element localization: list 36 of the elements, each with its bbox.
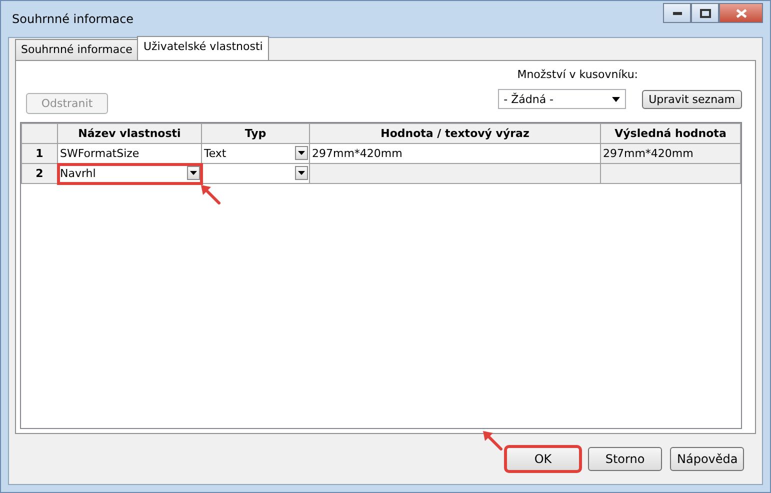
column-header[interactable]: Název vlastnosti (58, 124, 202, 144)
column-header[interactable]: Typ (202, 124, 310, 144)
minimize-icon (672, 12, 682, 14)
caret-icon (612, 96, 620, 102)
minimize-button[interactable] (663, 3, 691, 23)
caret-icon (298, 151, 305, 155)
window-title: Souhrnné informace (12, 12, 134, 26)
dropdown-button[interactable] (187, 166, 200, 180)
table-cell: 297mm*420mm (600, 144, 740, 164)
tab[interactable]: Souhrnné informace (15, 39, 138, 60)
close-icon (736, 8, 746, 18)
row-number: 2 (22, 164, 58, 184)
column-header[interactable]: Výsledná hodnota (600, 124, 740, 144)
table-header-cell (22, 124, 58, 144)
dialog-button[interactable]: Storno (588, 447, 662, 471)
row-number: 1 (22, 144, 58, 164)
maximize-button[interactable] (691, 3, 719, 23)
edit-list-button[interactable]: Upravit seznam (642, 90, 742, 108)
annotation-arrow (199, 183, 221, 205)
dropdown-button[interactable] (295, 166, 308, 180)
dialog-button[interactable]: Nápověda (670, 447, 744, 471)
dropdown-button[interactable] (295, 146, 308, 160)
annotation-arrow (481, 429, 503, 451)
table-cell[interactable]: SWFormatSize (58, 144, 202, 164)
caret-icon (298, 171, 305, 175)
table-cell[interactable]: Text (202, 144, 310, 164)
close-button[interactable] (719, 3, 763, 23)
bom-quantity-dropdown[interactable]: - Žádná - (498, 89, 626, 109)
maximize-icon (700, 8, 710, 18)
table-cell[interactable] (202, 164, 310, 184)
tab[interactable]: Uživatelské vlastnosti (137, 36, 269, 60)
column-header[interactable]: Hodnota / textový výraz (310, 124, 600, 144)
table-cell[interactable] (310, 164, 600, 184)
caret-icon (190, 171, 197, 175)
dialog-button[interactable]: OK (506, 447, 580, 471)
bom-quantity-label: Množství v kusovníku: (517, 68, 638, 81)
